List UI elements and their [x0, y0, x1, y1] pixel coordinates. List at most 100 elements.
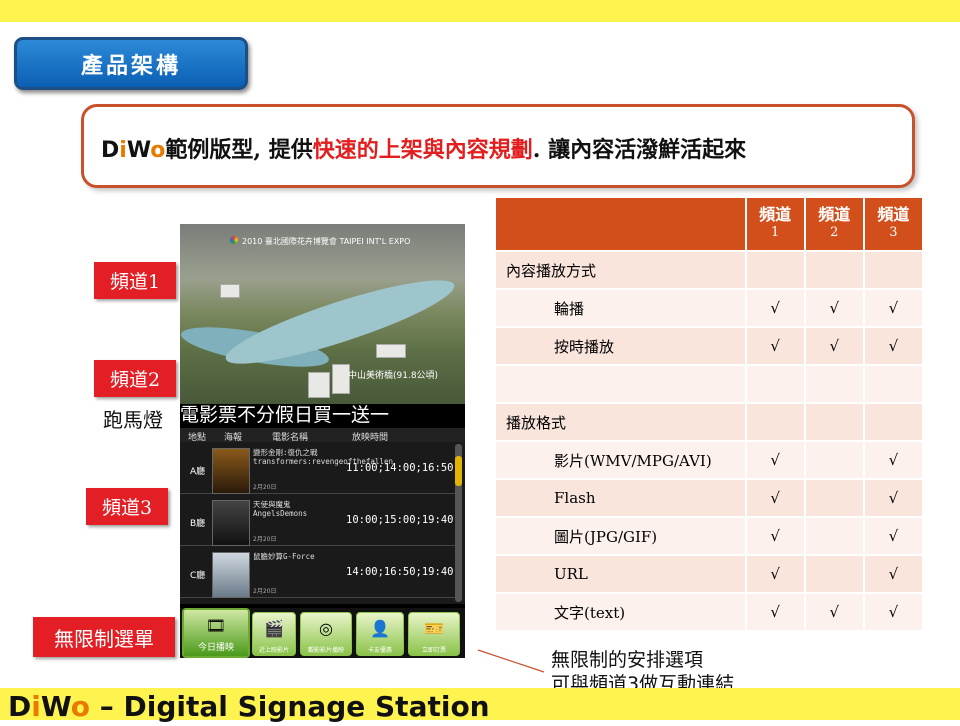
cell-ch3	[862, 404, 922, 442]
poster-image	[212, 500, 250, 546]
cell-ch2	[803, 366, 863, 404]
marquee-ticker: 電影票不分假日買一送一	[180, 404, 465, 426]
table-row: 播放格式	[496, 404, 922, 442]
cell-ch3: √	[862, 556, 922, 594]
table-row: 圖片(JPG/GIF) √ √	[496, 518, 922, 556]
table-row: 內容播放方式	[496, 252, 922, 290]
scrollbar-thumb[interactable]	[455, 456, 462, 486]
dock-button-member[interactable]: 👤 卡友優惠	[356, 612, 404, 656]
section-title-button[interactable]: 產品架構	[14, 37, 248, 90]
movie-title: 變形金剛:復仇之戰 transformers:revengeofthefalle…	[253, 448, 393, 466]
footer-rest: – Digital Signage Station	[90, 690, 490, 723]
ticket-icon: 🎫	[424, 619, 444, 638]
building	[220, 284, 240, 298]
dock-button-upcoming[interactable]: 🎬 近上映影片	[252, 612, 296, 656]
cell-ch3: √	[862, 518, 922, 556]
building	[376, 344, 406, 358]
unlimited-menu-label: 無限制選單	[33, 617, 175, 657]
table-row[interactable]: C廳 鼠膽妙算G-Force 2月20日 14:00;16:50;19:40;	[180, 548, 460, 598]
table-row: URL √ √	[496, 556, 922, 594]
dock-button-today[interactable]: 🎞 今日播映	[182, 608, 250, 658]
cell-ch1: √	[744, 518, 804, 556]
dock-label: 卡友優惠	[367, 647, 392, 654]
film-icon: 🎞	[205, 616, 227, 635]
grid-header: 地點 海報 電影名稱 放映時間	[180, 428, 465, 443]
footer-i: i	[31, 690, 41, 723]
footer-o: o	[70, 690, 90, 723]
expo-text: 2010 臺北國際花卉博覽會 TAIPEI INT'L EXPO	[242, 237, 411, 246]
dock-button-booking[interactable]: 🎫 立即訂票	[408, 612, 460, 656]
table-header-row: 頻道 1 頻道 2 頻道 3	[496, 198, 922, 252]
footer-d: D	[8, 690, 32, 723]
row-label: 圖片(JPG/GIF)	[496, 518, 745, 556]
row-label: 輪播	[496, 290, 745, 328]
movie-title: 鼠膽妙算G-Force	[253, 552, 315, 561]
movie-date: 2月20日	[253, 536, 277, 543]
scrollbar[interactable]	[455, 444, 462, 602]
footer-brand: DiWo – Digital Signage Station	[8, 688, 490, 726]
pointer-arrow-icon	[477, 649, 545, 673]
table-row: Flash √ √	[496, 480, 922, 518]
table-row[interactable]: B廳 天使與魔鬼 AngelsDemons 2月20日 10:00;15:00;…	[180, 496, 460, 546]
hall-label: A廳	[190, 467, 206, 477]
dock-label: 立即訂票	[421, 647, 446, 654]
cell-ch3: √	[862, 594, 922, 632]
header-channel-3: 頻道 3	[862, 198, 922, 252]
showtimes: 10:00;15:00;19:40;	[346, 514, 460, 526]
cell-ch1	[744, 366, 804, 404]
building	[308, 372, 330, 398]
channel-2-label: 頻道2	[94, 360, 176, 397]
dock-button-screening[interactable]: ◎ 觀影影片播映	[300, 612, 352, 656]
row-label: Flash	[496, 480, 745, 518]
header-channel-1: 頻道 1	[744, 198, 804, 252]
video-channel-1[interactable]: 2010 臺北國際花卉博覽會 TAIPEI INT'L EXPO 中山美術橋(9…	[180, 224, 465, 404]
tagline-text1: 範例版型, 提供	[165, 137, 313, 163]
tagline-box: DiWo範例版型, 提供快速的上架與內容規劃. 讓內容活潑鮮活起來	[81, 104, 915, 188]
cell-ch3: √	[862, 442, 922, 480]
row-label: 文字(text)	[496, 594, 745, 632]
showtimes: 14:00;16:50;19:40;	[346, 566, 460, 578]
hall-label: B廳	[190, 519, 206, 529]
row-label: 播放格式	[496, 404, 745, 442]
cell-ch1: √	[744, 328, 804, 366]
river-shape	[219, 265, 461, 379]
cell-ch2: √	[803, 328, 863, 366]
grid-header-title: 電影名稱	[272, 433, 309, 443]
cell-ch1: √	[744, 442, 804, 480]
table-row: 按時播放 √ √ √	[496, 328, 922, 366]
cell-ch1: √	[744, 480, 804, 518]
cell-ch2	[803, 480, 863, 518]
tagline-text2: . 讓內容活潑鮮活起來	[532, 137, 747, 163]
grid-header-poster: 海報	[224, 433, 243, 443]
cell-ch1: √	[744, 556, 804, 594]
dock-label: 近上映影片	[258, 647, 289, 654]
row-label: 內容播放方式	[496, 252, 745, 290]
row-label: URL	[496, 556, 745, 594]
movie-title: 天使與魔鬼 AngelsDemons	[253, 500, 308, 518]
cell-ch3	[862, 366, 922, 404]
marquee-label: 跑馬燈	[103, 408, 163, 432]
table-row[interactable]: A廳 變形金剛:復仇之戰 transformers:revengeofthefa…	[180, 444, 460, 494]
brand-w: W	[126, 138, 151, 163]
cell-ch2	[803, 518, 863, 556]
cell-ch2: √	[803, 594, 863, 632]
cell-ch2	[803, 556, 863, 594]
signage-screen: 2010 臺北國際花卉博覽會 TAIPEI INT'L EXPO 中山美術橋(9…	[180, 224, 465, 658]
top-yellow-bar	[0, 0, 960, 22]
movie-date: 2月20日	[253, 588, 277, 595]
dock-label: 今日播映	[197, 643, 234, 653]
brand-i: i	[119, 138, 127, 163]
cell-ch3	[862, 252, 922, 290]
tagline-highlight: 快速的上架與內容規劃	[312, 137, 533, 163]
table-row: 文字(text) √ √ √	[496, 594, 922, 632]
brand-d: D	[101, 138, 120, 163]
cell-ch2	[803, 442, 863, 480]
dock-label: 觀影影片播映	[307, 647, 344, 654]
cell-ch1	[744, 404, 804, 442]
showtimes: 11:00;14:00;16:50;	[346, 462, 460, 474]
brand-o: o	[150, 138, 166, 163]
header-blank	[496, 198, 745, 252]
user-icon: 👤	[370, 619, 390, 638]
cell-ch1: √	[744, 594, 804, 632]
menu-dock: 🎞 今日播映 🎬 近上映影片 ◎ 觀影影片播映 👤 卡友優惠 🎫 立即訂票	[180, 608, 465, 658]
